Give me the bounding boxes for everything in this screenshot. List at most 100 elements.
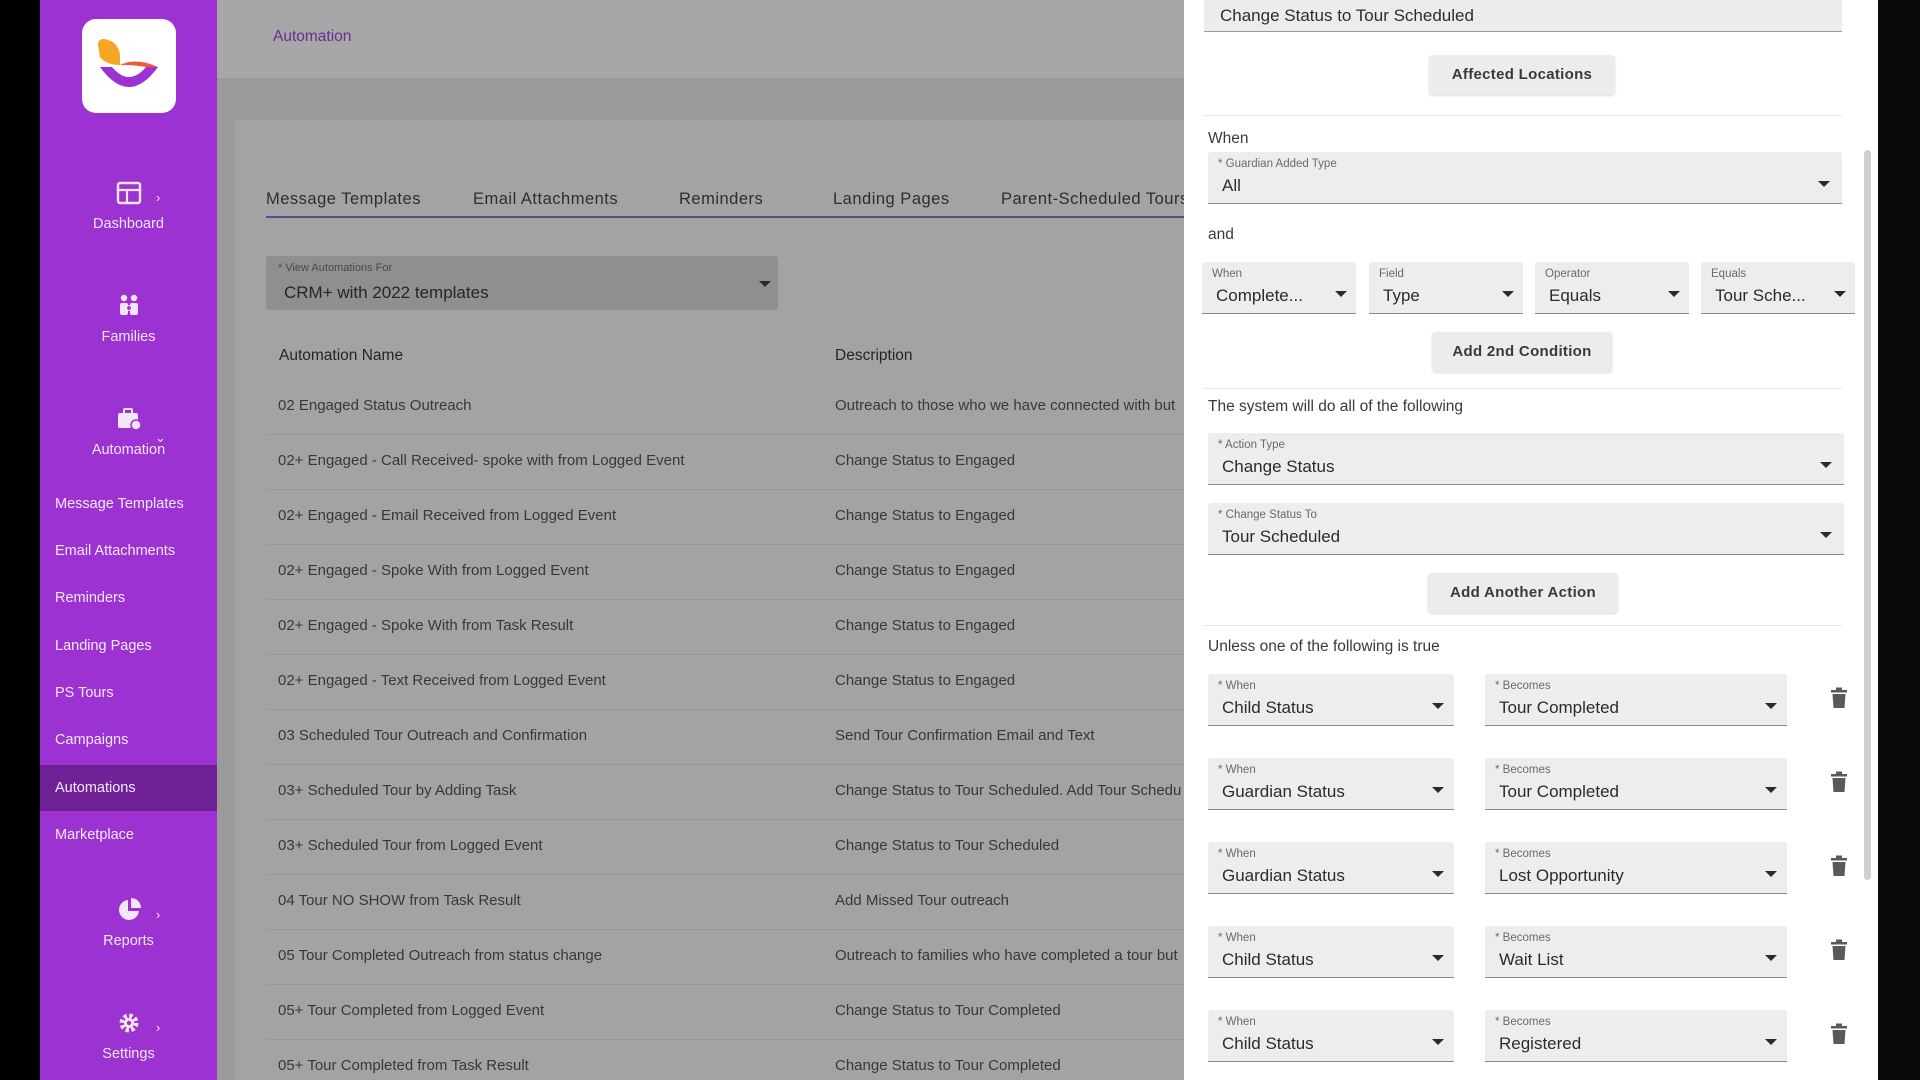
guardian-added-type-select[interactable]: * Guardian Added Type All bbox=[1208, 152, 1842, 204]
subnav-email-attachments[interactable]: Email Attachments bbox=[40, 528, 217, 574]
table-row[interactable]: 05+ Tour Completed from Task Result Chang… bbox=[267, 1040, 1187, 1080]
table-row[interactable]: 03+ Scheduled Tour from Logged Event Chan… bbox=[267, 820, 1187, 875]
automation-name-value: Change Status to Tour Scheduled bbox=[1220, 6, 1474, 25]
exception-becomes-label: * Becomes bbox=[1495, 764, 1551, 776]
subnav-landing-pages[interactable]: Landing Pages bbox=[40, 623, 217, 669]
view-automations-for-select[interactable]: * View Automations For CRM+ with 2022 te… bbox=[266, 256, 778, 310]
exception-when-label: * When bbox=[1218, 848, 1256, 860]
nav-settings[interactable]: › Settings bbox=[40, 1010, 217, 1080]
subnav-reminders[interactable]: Reminders bbox=[40, 575, 217, 621]
subnav-ps-tours[interactable]: PS Tours bbox=[40, 670, 217, 716]
caret-down-icon bbox=[1432, 787, 1444, 793]
table-row[interactable]: 02+ Engaged - Spoke With from Logged Eve… bbox=[267, 545, 1187, 600]
exception-becomes-label: * Becomes bbox=[1495, 680, 1551, 692]
trash-icon[interactable] bbox=[1830, 855, 1848, 877]
chevron-right-icon: › bbox=[156, 1020, 161, 1035]
condition-when-value: Complete... bbox=[1216, 286, 1303, 305]
subnav-marketplace[interactable]: Marketplace bbox=[40, 812, 217, 858]
subnav-message-templates[interactable]: Message Templates bbox=[40, 481, 217, 527]
exception-when-label: * When bbox=[1218, 1016, 1256, 1028]
tab-landing-pages[interactable]: Landing Pages bbox=[833, 190, 950, 209]
nav-reports-label: Reports bbox=[103, 933, 154, 949]
nav-reports[interactable]: › Reports bbox=[40, 897, 217, 977]
table-row[interactable]: 05+ Tour Completed from Logged Event Chan… bbox=[267, 985, 1187, 1040]
exception-becomes-select[interactable]: * Becomes Tour Completed bbox=[1485, 674, 1787, 726]
nav-families[interactable]: Families bbox=[40, 293, 217, 373]
condition-operator-select[interactable]: Operator Equals bbox=[1535, 262, 1689, 314]
caret-down-icon bbox=[1432, 703, 1444, 709]
table-row[interactable]: 02+ Engaged - Spoke With from Task Resul… bbox=[267, 600, 1187, 655]
dashboard-icon bbox=[116, 181, 142, 205]
condition-field-select[interactable]: Field Type bbox=[1369, 262, 1523, 314]
table-row[interactable]: 02+ Engaged - Text Received from Logged … bbox=[267, 655, 1187, 710]
caret-down-icon bbox=[1765, 703, 1777, 709]
add-second-condition-button[interactable]: Add 2nd Condition bbox=[1432, 332, 1612, 372]
automation-name-field[interactable]: Change Status to Tour Scheduled bbox=[1204, 0, 1842, 32]
automation-name-cell: 02+ Engaged - Text Received from Logged … bbox=[278, 672, 606, 689]
nav-automation[interactable]: ⌄ Automation bbox=[40, 406, 217, 486]
exception-becomes-label: * Becomes bbox=[1495, 848, 1551, 860]
guardian-added-type-value: All bbox=[1222, 176, 1241, 195]
exception-when-select[interactable]: * When Guardian Status bbox=[1208, 842, 1454, 894]
tab-message-templates[interactable]: Message Templates bbox=[266, 190, 421, 209]
action-type-value: Change Status bbox=[1222, 457, 1335, 476]
automation-description-cell: Change Status to Tour Completed bbox=[835, 1057, 1061, 1074]
nav-dashboard-label: Dashboard bbox=[93, 216, 164, 232]
condition-equals-select[interactable]: Equals Tour Sche... bbox=[1701, 262, 1855, 314]
change-status-to-select[interactable]: * Change Status To Tour Scheduled bbox=[1208, 503, 1844, 555]
caret-down-icon bbox=[1818, 181, 1830, 187]
trash-icon[interactable] bbox=[1830, 1023, 1848, 1045]
table-row[interactable]: 02+ Engaged - Email Received from Logged… bbox=[267, 490, 1187, 545]
exception-becomes-select[interactable]: * Becomes Registered bbox=[1485, 1010, 1787, 1062]
trash-icon[interactable] bbox=[1830, 939, 1848, 961]
exception-becomes-select[interactable]: * Becomes Wait List bbox=[1485, 926, 1787, 978]
table-row[interactable]: 02+ Engaged - Call Received- spoke with … bbox=[267, 435, 1187, 490]
app-logo[interactable] bbox=[82, 19, 176, 113]
exception-when-select[interactable]: * When Child Status bbox=[1208, 1010, 1454, 1062]
exception-when-select[interactable]: * When Child Status bbox=[1208, 926, 1454, 978]
table-row[interactable]: 03 Scheduled Tour Outreach and Confirmat… bbox=[267, 710, 1187, 765]
exception-becomes-select[interactable]: * Becomes Lost Opportunity bbox=[1485, 842, 1787, 894]
caret-down-icon bbox=[1502, 291, 1514, 297]
table-row[interactable]: 03+ Scheduled Tour by Adding Task Change … bbox=[267, 765, 1187, 820]
exception-when-select[interactable]: * When Guardian Status bbox=[1208, 758, 1454, 810]
divider bbox=[1204, 115, 1842, 116]
caret-down-icon bbox=[1335, 291, 1347, 297]
automation-name-cell: 02+ Engaged - Call Received- spoke with … bbox=[278, 452, 685, 469]
nav-dashboard[interactable]: › Dashboard bbox=[40, 180, 217, 260]
breadcrumb[interactable]: Automation bbox=[273, 28, 351, 46]
subnav-automations[interactable]: Automations bbox=[40, 765, 217, 811]
column-header-name[interactable]: Automation Name bbox=[279, 347, 403, 365]
affected-locations-button[interactable]: Affected Locations bbox=[1429, 55, 1615, 95]
action-type-select[interactable]: * Action Type Change Status bbox=[1208, 433, 1844, 485]
exception-becomes-select[interactable]: * Becomes Tour Completed bbox=[1485, 758, 1787, 810]
sidebar: › Dashboard Families ⌄ Automation Messag… bbox=[40, 0, 217, 1080]
table-row[interactable]: 05 Tour Completed Outreach from status c… bbox=[267, 930, 1187, 985]
window-edge bbox=[1878, 0, 1920, 1080]
tab-email-attachments[interactable]: Email Attachments bbox=[473, 190, 618, 209]
condition-equals-value: Tour Sche... bbox=[1715, 286, 1806, 305]
table-row[interactable]: 04 Tour NO SHOW from Task Result Add Miss… bbox=[267, 875, 1187, 930]
trash-icon[interactable] bbox=[1830, 687, 1848, 709]
condition-when-select[interactable]: When Complete... bbox=[1202, 262, 1356, 314]
subnav-campaigns[interactable]: Campaigns bbox=[40, 717, 217, 763]
tab-reminders[interactable]: Reminders bbox=[679, 190, 763, 209]
automation-description-cell: Change Status to Engaged bbox=[835, 617, 1016, 634]
automation-name-cell: 02+ Engaged - Email Received from Logged… bbox=[278, 507, 617, 524]
drawer-scrollbar[interactable] bbox=[1864, 150, 1871, 880]
automation-edit-drawer: Change Status to Tour Scheduled Affected… bbox=[1184, 0, 1879, 1080]
column-header-description[interactable]: Description bbox=[835, 347, 913, 365]
gear-icon bbox=[119, 1013, 139, 1033]
automation-description-cell: Change Status to Tour Scheduled bbox=[835, 837, 1060, 854]
exception-when-value: Guardian Status bbox=[1222, 782, 1345, 801]
exception-when-select[interactable]: * When Child Status bbox=[1208, 674, 1454, 726]
automation-name-cell: 04 Tour NO SHOW from Task Result bbox=[278, 892, 521, 909]
trash-icon[interactable] bbox=[1830, 771, 1848, 793]
automation-description-cell: Change Status to Engaged bbox=[835, 672, 1016, 689]
automation-name-cell: 02+ Engaged - Spoke With from Logged Eve… bbox=[278, 562, 589, 579]
tab-parent-scheduled-tours[interactable]: Parent-Scheduled Tours bbox=[1001, 190, 1187, 209]
divider bbox=[1204, 388, 1842, 389]
add-another-action-button[interactable]: Add Another Action bbox=[1428, 573, 1618, 613]
families-icon bbox=[120, 294, 138, 315]
table-row[interactable]: 02 Engaged Status Outreach Outreach to th… bbox=[267, 380, 1187, 435]
